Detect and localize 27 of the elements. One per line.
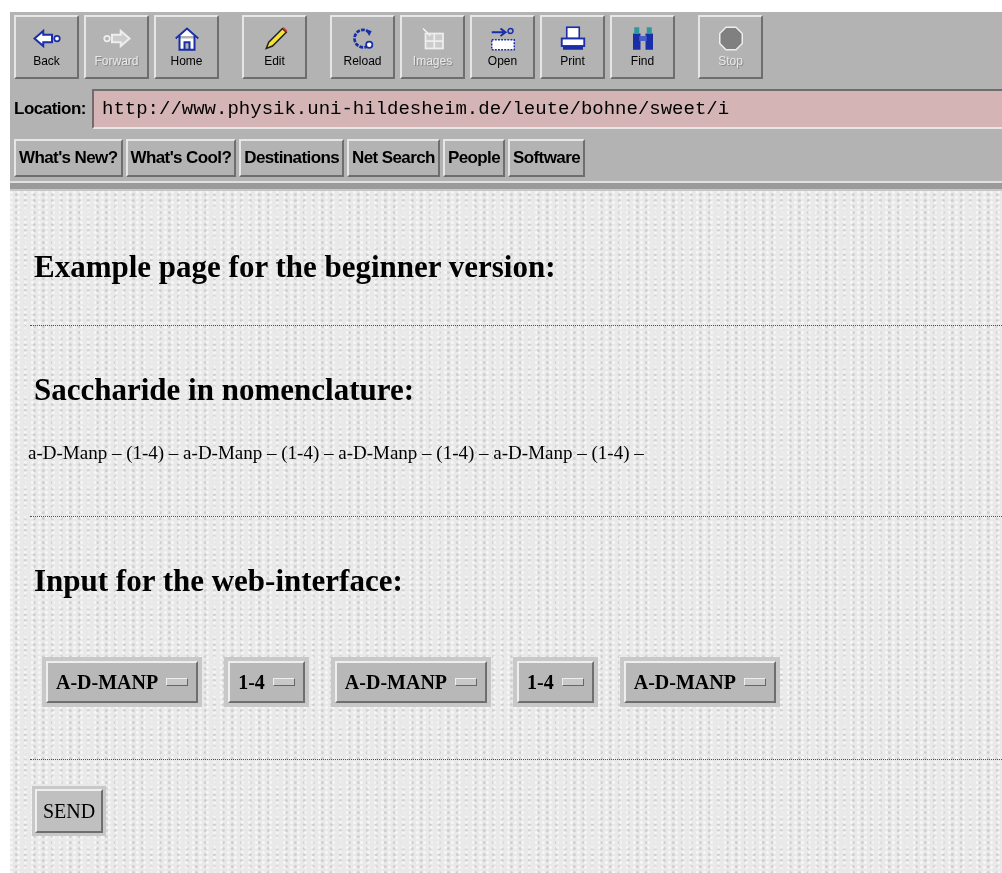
toolbar-button[interactable]: Open bbox=[470, 15, 535, 79]
send-button[interactable]: SEND bbox=[35, 789, 104, 833]
directory-button[interactable]: Software bbox=[508, 139, 586, 177]
forward-arrow-icon bbox=[101, 26, 132, 51]
toolbar-button[interactable]: Back bbox=[14, 15, 79, 79]
toolbar-button[interactable]: Print bbox=[540, 15, 605, 79]
toolbar-button[interactable]: Find bbox=[610, 15, 675, 79]
option-menu[interactable]: 1-4 bbox=[517, 661, 594, 703]
option-menu[interactable]: A-D-MANP bbox=[623, 661, 776, 703]
directory-button[interactable]: What's Cool? bbox=[125, 139, 237, 177]
option-menu[interactable]: A-D-MANP bbox=[334, 661, 488, 703]
toolbar-button[interactable]: Edit bbox=[242, 15, 307, 79]
option-menu[interactable]: 1-4 bbox=[228, 661, 305, 703]
page-heading: Example page for the beginner version: bbox=[34, 249, 557, 285]
toolbar-button[interactable]: Home bbox=[154, 15, 219, 79]
nomenclature-text: a-D-Manp – (1-4) – a-D-Manp – (1-4) – a-D-Manp – (1-4) – a-D-Manp – (1-4) – bbox=[28, 442, 645, 464]
section-heading: Input for the web-interface: bbox=[34, 563, 404, 599]
directory-button[interactable]: Destinations bbox=[239, 139, 345, 177]
directory-button[interactable]: People bbox=[442, 139, 506, 177]
directory-button[interactable]: What's New? bbox=[14, 139, 123, 177]
section-heading: Saccharide in nomenclature: bbox=[34, 372, 415, 408]
directory-button[interactable]: Net Search bbox=[347, 139, 440, 177]
option-menu[interactable]: A-D-MANP bbox=[46, 661, 199, 703]
location-field[interactable]: http://www.physik.uni-hildesheim.de/leute/bohne/sweet/i bbox=[92, 89, 1002, 129]
toolbar-button[interactable]: Reload bbox=[330, 15, 395, 79]
location-label: Location: bbox=[14, 99, 86, 119]
back-arrow-icon bbox=[31, 26, 62, 51]
